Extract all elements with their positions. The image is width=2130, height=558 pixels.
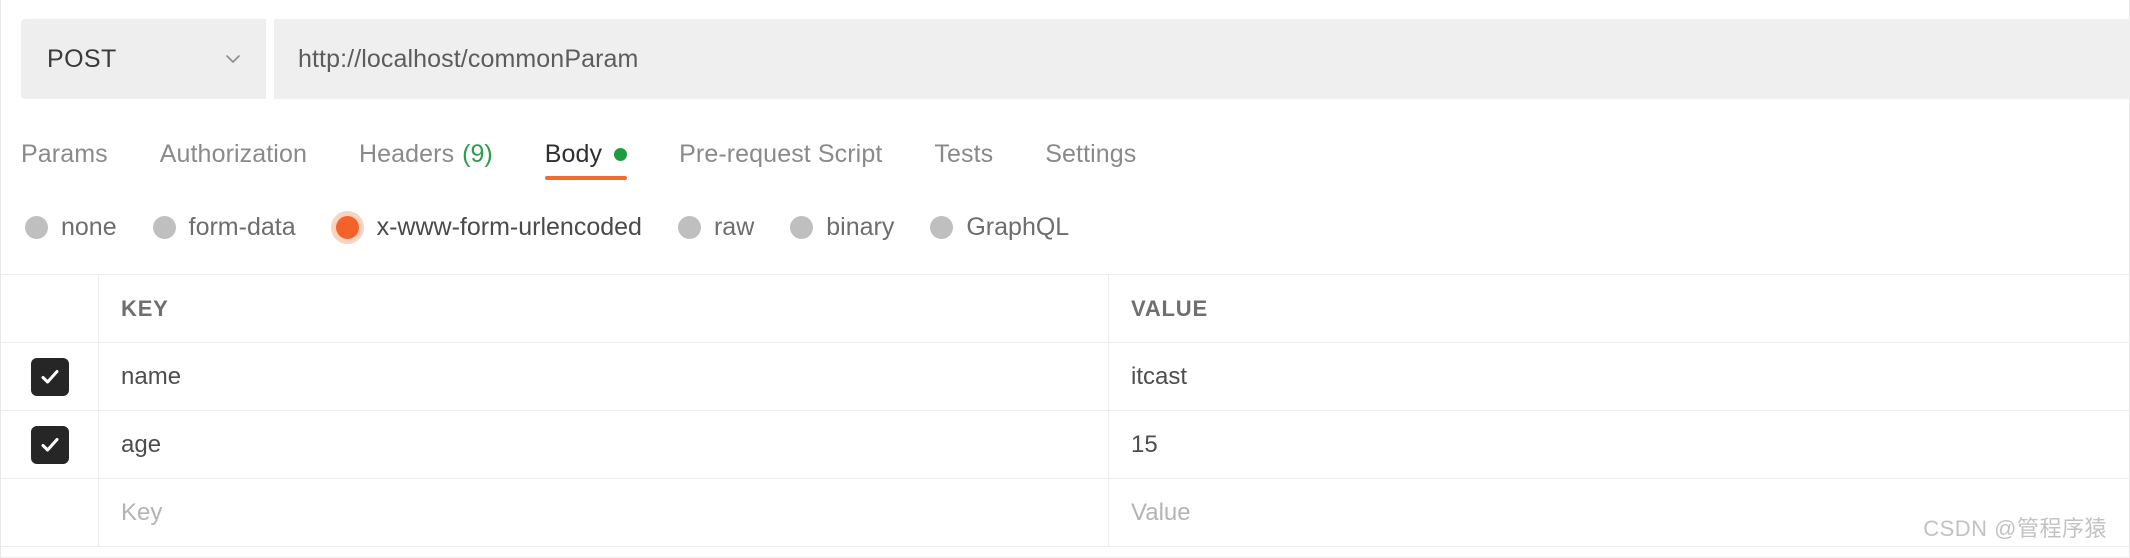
radio-label: raw	[714, 213, 754, 242]
table-row: age 15	[1, 411, 2130, 479]
tab-pre-request-script[interactable]: Pre-request Script	[679, 128, 882, 180]
radio-none[interactable]: none	[25, 213, 117, 242]
row-checkbox-checked-icon[interactable]	[31, 358, 69, 396]
radio-label: x-www-form-urlencoded	[377, 213, 642, 242]
http-method-label: POST	[47, 45, 117, 74]
row-value-cell[interactable]: itcast	[1109, 343, 2130, 410]
row-key-text: age	[121, 431, 161, 459]
column-header-value: VALUE	[1131, 296, 1208, 322]
radio-selected-icon	[336, 216, 359, 239]
tab-label: Params	[21, 140, 108, 169]
new-key-input[interactable]: Key	[99, 479, 1109, 546]
tab-tests[interactable]: Tests	[934, 128, 993, 180]
row-value-cell[interactable]: 15	[1109, 411, 2130, 478]
row-value-text: itcast	[1131, 363, 1187, 391]
row-checkbox-checked-icon[interactable]	[31, 426, 69, 464]
tab-label: Tests	[934, 140, 993, 169]
body-modified-dot-icon	[614, 148, 627, 161]
column-header-key: KEY	[121, 296, 169, 322]
url-input-value: http://localhost/commonParam	[298, 45, 638, 74]
row-checkbox-cell	[1, 411, 99, 478]
request-tabs: Params Authorization Headers (9) Body Pr…	[21, 128, 1136, 180]
new-value-placeholder: Value	[1131, 499, 1191, 527]
watermark-text: CSDN @管程序猿	[1923, 511, 2107, 543]
radio-binary[interactable]: binary	[790, 213, 894, 242]
tab-label: Authorization	[160, 140, 307, 169]
tab-body[interactable]: Body	[545, 128, 627, 180]
row-checkbox-cell	[1, 343, 99, 410]
body-type-radio-group: none form-data x-www-form-urlencoded raw…	[25, 202, 1069, 252]
radio-icon	[930, 216, 953, 239]
radio-icon	[790, 216, 813, 239]
radio-graphql[interactable]: GraphQL	[930, 213, 1069, 242]
request-url-bar: POST http://localhost/commonParam	[21, 19, 2130, 99]
header-key-cell: KEY	[99, 275, 1109, 342]
radio-label: binary	[826, 213, 894, 242]
new-key-placeholder: Key	[121, 499, 162, 527]
row-checkbox-cell	[1, 479, 99, 546]
header-checkbox-cell	[1, 275, 99, 342]
table-header-row: KEY VALUE	[1, 275, 2130, 343]
chevron-down-icon	[222, 48, 244, 70]
header-value-cell: VALUE	[1109, 275, 2130, 342]
radio-label: GraphQL	[966, 213, 1069, 242]
tab-label: Headers	[359, 140, 454, 169]
radio-icon	[153, 216, 176, 239]
tab-label: Pre-request Script	[679, 140, 882, 169]
row-value-text: 15	[1131, 431, 1158, 459]
radio-x-www-form-urlencoded[interactable]: x-www-form-urlencoded	[332, 213, 642, 242]
radio-label: form-data	[189, 213, 296, 242]
radio-form-data[interactable]: form-data	[153, 213, 296, 242]
radio-icon	[25, 216, 48, 239]
postman-request-panel: POST http://localhost/commonParam Params…	[0, 0, 2130, 558]
table-row: name itcast	[1, 343, 2130, 411]
radio-raw[interactable]: raw	[678, 213, 754, 242]
tab-authorization[interactable]: Authorization	[160, 128, 307, 180]
row-key-cell[interactable]: age	[99, 411, 1109, 478]
table-empty-row: Key Value	[1, 479, 2130, 547]
radio-icon	[678, 216, 701, 239]
body-params-table: KEY VALUE name itcast	[1, 274, 2130, 547]
http-method-select[interactable]: POST	[21, 19, 266, 99]
radio-label: none	[61, 213, 117, 242]
tab-params[interactable]: Params	[21, 128, 108, 180]
active-tab-underline	[545, 176, 627, 180]
headers-count-badge: (9)	[462, 140, 493, 169]
tab-settings[interactable]: Settings	[1045, 128, 1136, 180]
row-key-cell[interactable]: name	[99, 343, 1109, 410]
tab-label: Settings	[1045, 140, 1136, 169]
tab-label: Body	[545, 140, 602, 169]
url-bar-divider	[266, 19, 274, 99]
url-input[interactable]: http://localhost/commonParam	[274, 19, 2130, 99]
tab-headers[interactable]: Headers (9)	[359, 128, 493, 180]
row-key-text: name	[121, 363, 181, 391]
